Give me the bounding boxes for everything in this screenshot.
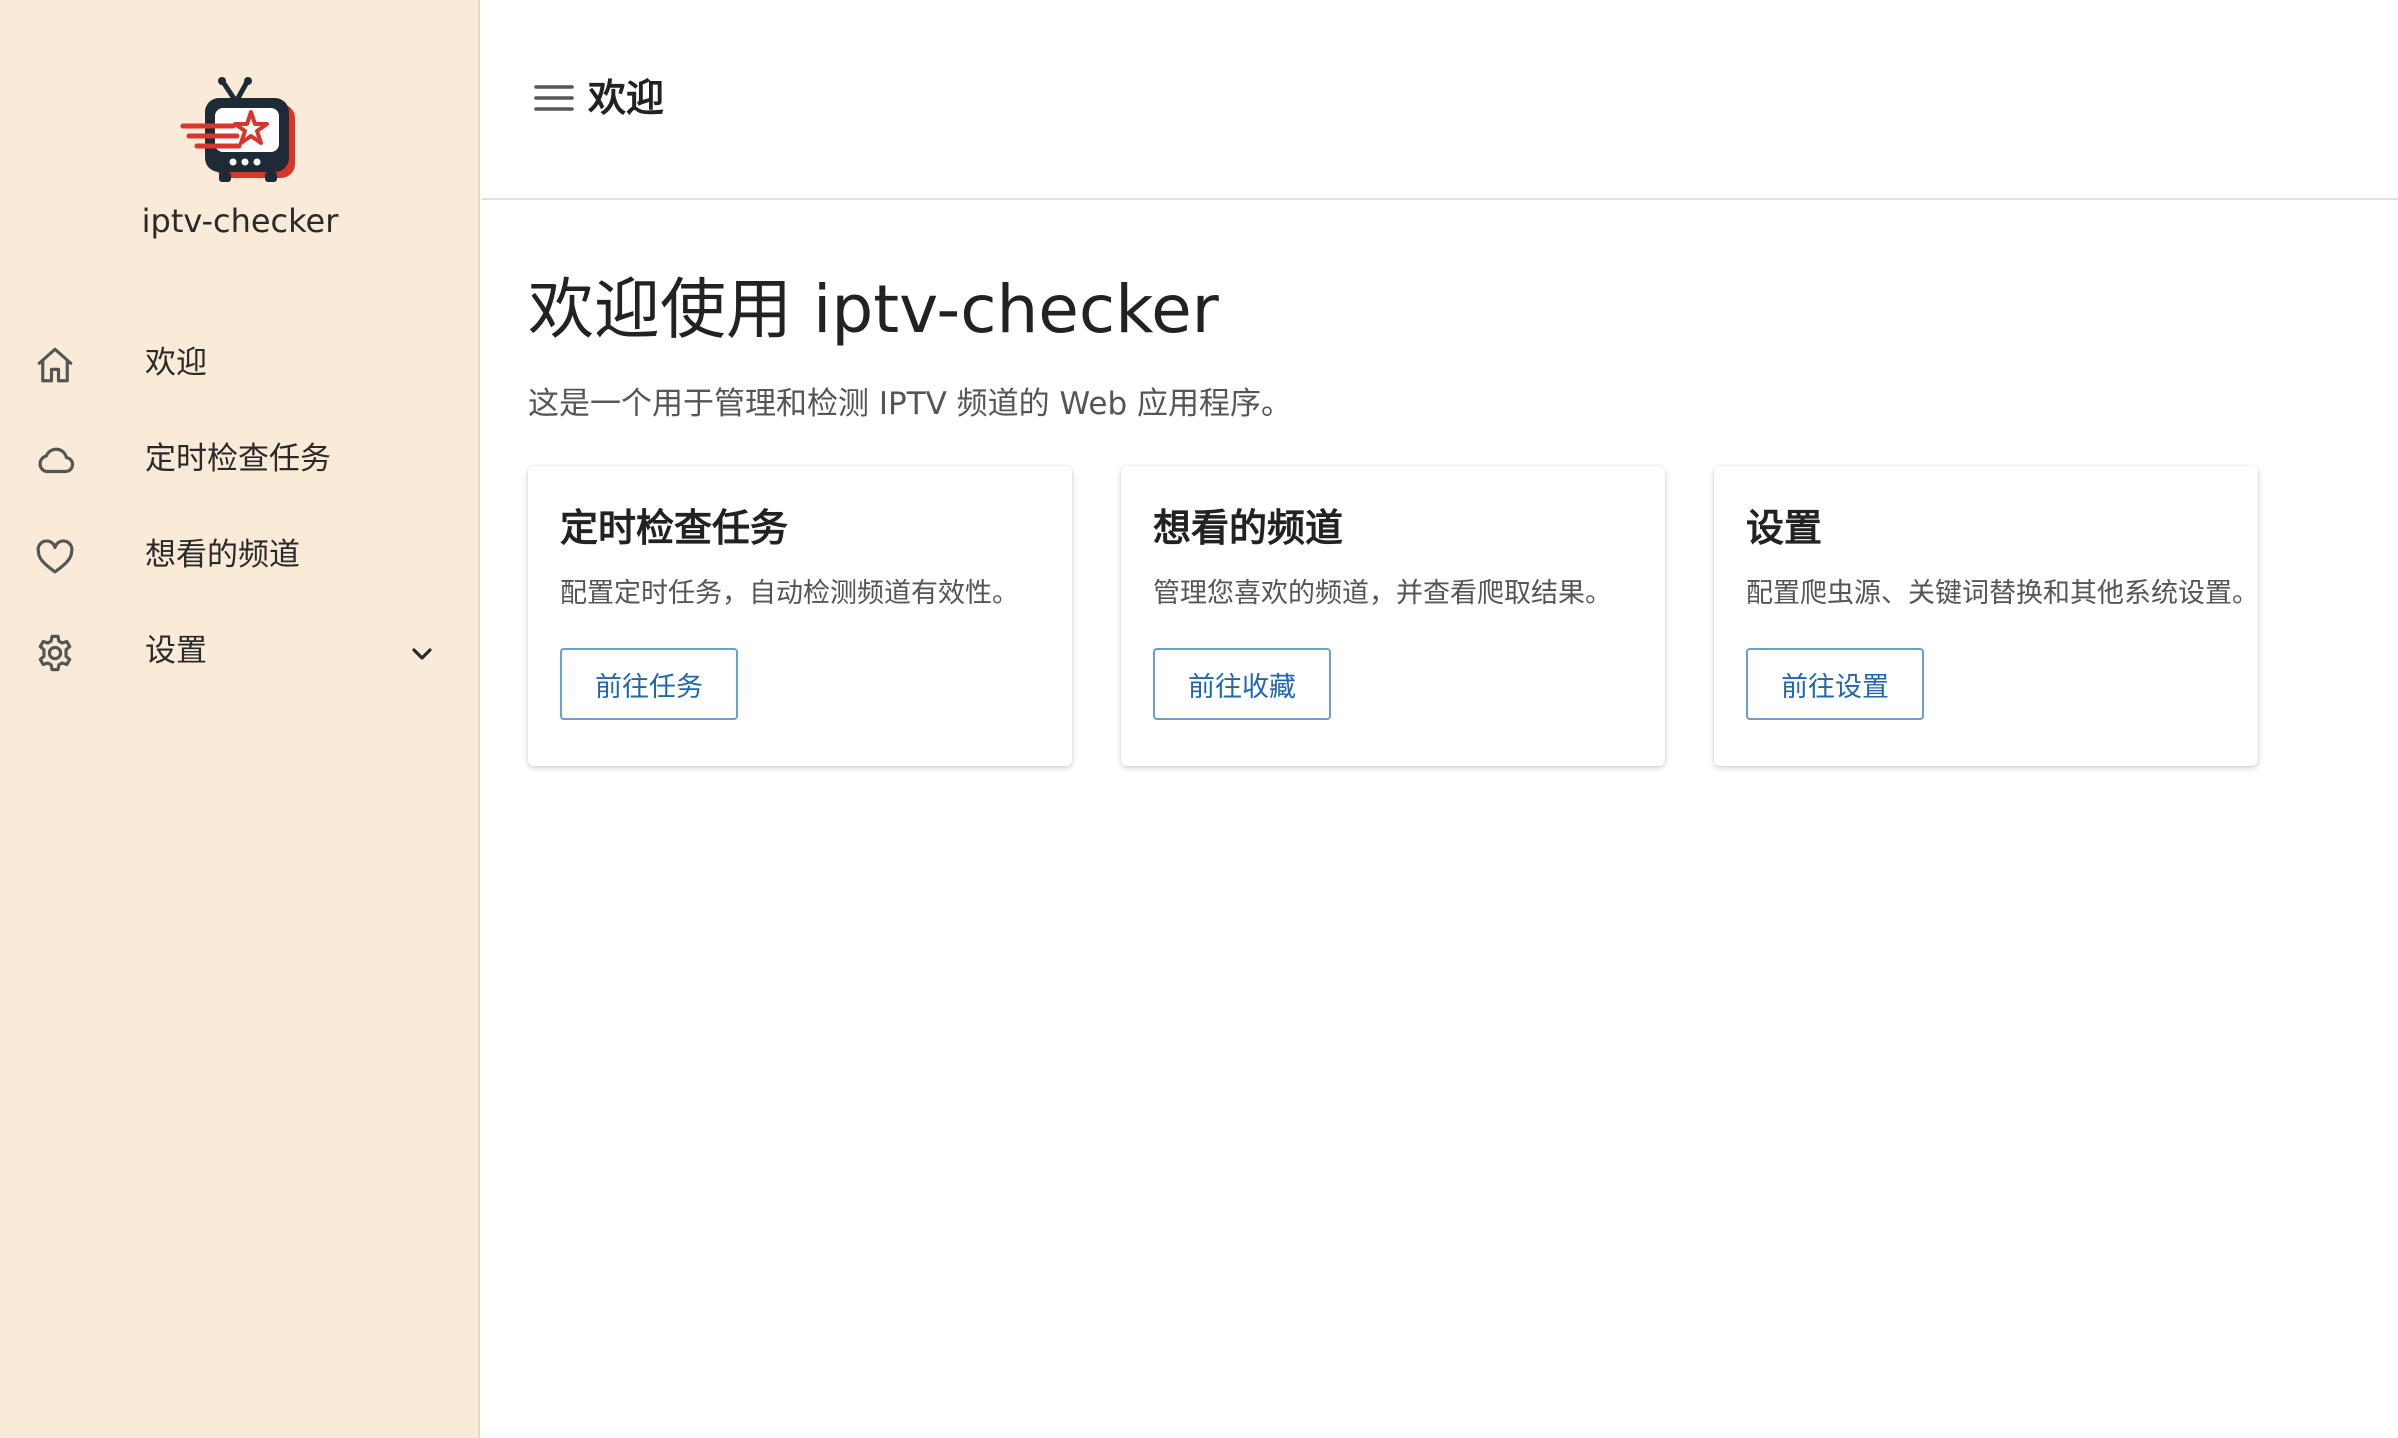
card-title: 设置 [1746, 506, 1823, 550]
sidebar-item-label: 设置 [145, 633, 207, 669]
sidebar-item-favorite-channels[interactable]: 想看的频道 [0, 508, 480, 604]
gear-icon [38, 634, 72, 672]
go-to-settings-button[interactable]: 前往设置 [1746, 648, 1924, 720]
card-settings: 设置 配置爬虫源、关键词替换和其他系统设置。 前往设置 [1714, 466, 2259, 766]
sidebar-item-settings[interactable]: 设置 [0, 604, 480, 700]
sidebar-item-welcome[interactable]: 欢迎 [0, 316, 480, 412]
sidebar-nav: 欢迎 定时检查任务 想看的频道 设置 [0, 316, 480, 700]
card-description: 配置定时任务，自动检测频道有效性。 [560, 578, 1019, 609]
sidebar-item-label: 想看的频道 [145, 537, 300, 573]
top-header: 欢迎 [482, 0, 2398, 200]
go-to-favorites-button[interactable]: 前往收藏 [1153, 648, 1331, 720]
card-favorite-channels: 想看的频道 管理您喜欢的频道，并查看爬取结果。 前往收藏 [1121, 466, 1665, 766]
card-description: 管理您喜欢的频道，并查看爬取结果。 [1153, 578, 1612, 609]
sidebar-item-scheduled-tasks[interactable]: 定时检查任务 [0, 412, 480, 508]
header-title: 欢迎 [588, 76, 665, 120]
sidebar-item-label: 欢迎 [145, 345, 207, 381]
tv-logo-icon [180, 77, 295, 182]
cloud-icon [38, 447, 75, 474]
heart-icon [36, 539, 74, 574]
card-title: 定时检查任务 [560, 506, 789, 550]
home-icon [37, 347, 73, 383]
main-content: 欢迎使用 iptv-checker 这是一个用于管理和检测 IPTV 频道的 W… [482, 200, 2398, 1438]
page-subtitle: 这是一个用于管理和检测 IPTV 频道的 Web 应用程序。 [528, 386, 1292, 422]
chevron-down-icon[interactable] [406, 638, 438, 670]
app-name: iptv-checker [141, 202, 339, 240]
go-to-tasks-button[interactable]: 前往任务 [560, 648, 738, 720]
card-description: 配置爬虫源、关键词替换和其他系统设置。 [1746, 578, 2259, 609]
sidebar: iptv-checker 欢迎 定时检查任务 想看的频道 设置 [0, 0, 480, 1438]
card-scheduled-tasks: 定时检查任务 配置定时任务，自动检测频道有效性。 前往任务 [528, 466, 1072, 766]
card-title: 想看的频道 [1153, 506, 1344, 550]
menu-icon[interactable] [532, 80, 576, 116]
logo-wrap [0, 70, 480, 204]
page-title: 欢迎使用 iptv-checker [528, 271, 1219, 348]
app-window: iptv-checker 欢迎 定时检查任务 想看的频道 设置 欢迎 欢迎使用 … [0, 0, 2398, 1438]
sidebar-item-label: 定时检查任务 [145, 441, 331, 477]
